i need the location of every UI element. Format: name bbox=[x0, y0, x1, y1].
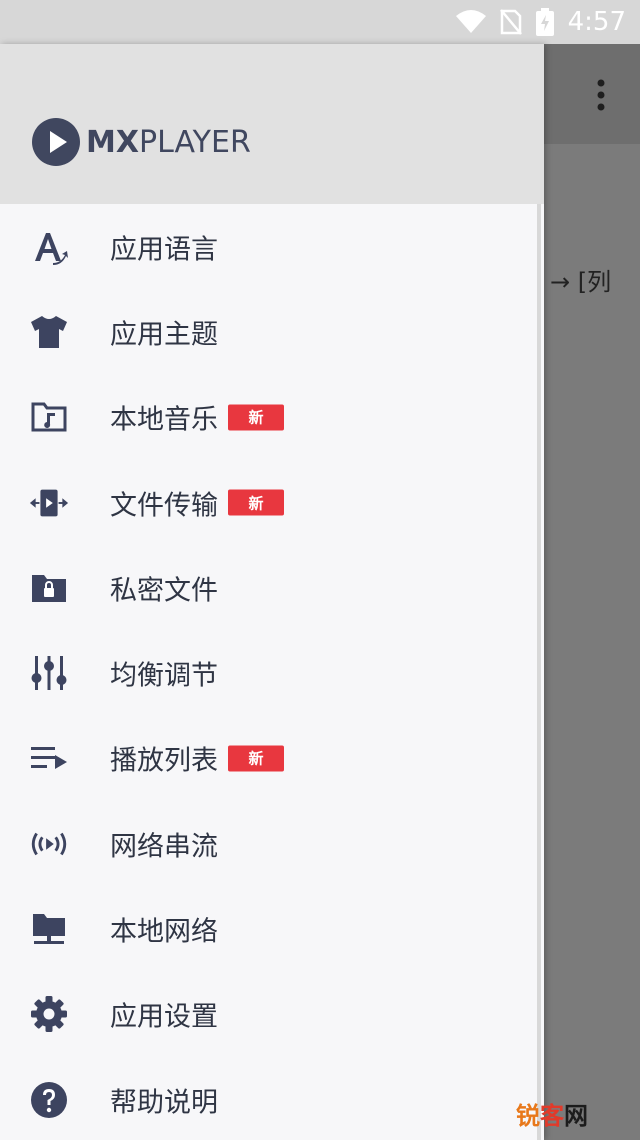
menu-label: 网络串流 bbox=[110, 831, 218, 863]
menu-item-app-settings[interactable]: 应用设置 bbox=[0, 972, 536, 1057]
menu-label: 均衡调节 bbox=[110, 660, 218, 692]
menu-item-network-stream[interactable]: 网络串流 bbox=[0, 801, 536, 886]
navigation-drawer: MXPLAYER 应用语言 应用主题 本地音乐新 文件传输 新 私密文件 均衡调… bbox=[0, 44, 544, 1140]
music-folder-icon bbox=[28, 396, 70, 438]
new-badge: 新 bbox=[228, 404, 284, 431]
battery-charging-icon bbox=[535, 8, 554, 36]
menu-label: 文件传输 bbox=[110, 490, 218, 522]
menu-item-private-files[interactable]: 私密文件 bbox=[0, 545, 536, 630]
file-transfer-icon bbox=[28, 482, 70, 524]
new-badge: 新 bbox=[228, 489, 284, 516]
menu-item-local-music[interactable]: 本地音乐新 bbox=[0, 375, 536, 460]
background-hint-text: → [列 bbox=[550, 268, 612, 296]
menu-item-playlist[interactable]: 播放列表新 bbox=[0, 716, 536, 801]
menu-label: 应用主题 bbox=[110, 319, 218, 351]
drawer-header: MXPLAYER bbox=[0, 44, 544, 204]
watermark: 锐客网 bbox=[516, 1102, 588, 1130]
drawer-menu: 应用语言 应用主题 本地音乐新 文件传输新 私密文件 均衡调节 播放列表 新 网… bbox=[0, 204, 536, 1140]
theme-shirt-icon bbox=[28, 311, 70, 353]
private-folder-icon bbox=[28, 567, 70, 609]
menu-label: 本地音乐 bbox=[110, 404, 218, 436]
wifi-icon bbox=[455, 10, 486, 34]
menu-item-help[interactable]: 帮助说明 bbox=[0, 1057, 536, 1140]
menu-item-file-transfer[interactable]: 文件传输新 bbox=[0, 460, 536, 545]
equalizer-icon bbox=[28, 652, 70, 694]
logo-wordmark: MXPLAYER bbox=[86, 125, 251, 160]
logo-mx: MX bbox=[86, 124, 139, 160]
menu-item-equalizer[interactable]: 均衡调节 bbox=[0, 630, 536, 715]
settings-gear-icon bbox=[28, 993, 70, 1035]
app-logo: MXPLAYER bbox=[32, 118, 251, 166]
play-logo-icon bbox=[32, 118, 80, 166]
menu-label: 本地网络 bbox=[110, 916, 218, 948]
menu-label: 应用设置 bbox=[110, 1001, 218, 1033]
stream-icon bbox=[28, 823, 70, 865]
menu-item-app-theme[interactable]: 应用主题 bbox=[0, 289, 536, 374]
more-options-icon[interactable] bbox=[586, 78, 616, 112]
no-sim-icon bbox=[499, 9, 522, 35]
logo-player: PLAYER bbox=[138, 124, 251, 160]
status-bar: 4:57 bbox=[0, 0, 640, 44]
help-icon bbox=[28, 1079, 70, 1121]
menu-label: 私密文件 bbox=[110, 575, 218, 607]
menu-item-app-language[interactable]: 应用语言 bbox=[0, 204, 536, 289]
playlist-icon bbox=[28, 737, 70, 779]
local-network-icon bbox=[28, 908, 70, 950]
language-icon bbox=[28, 226, 70, 268]
menu-label: 播放列表 bbox=[110, 745, 218, 777]
status-time: 4:57 bbox=[567, 7, 626, 37]
drawer-scrollbar[interactable] bbox=[537, 204, 541, 1140]
menu-label: 应用语言 bbox=[110, 234, 218, 266]
new-badge: 新 bbox=[228, 745, 284, 772]
menu-item-local-network[interactable]: 本地网络 bbox=[0, 886, 536, 971]
status-icons: 4:57 bbox=[455, 0, 626, 44]
menu-label: 帮助说明 bbox=[110, 1087, 218, 1119]
